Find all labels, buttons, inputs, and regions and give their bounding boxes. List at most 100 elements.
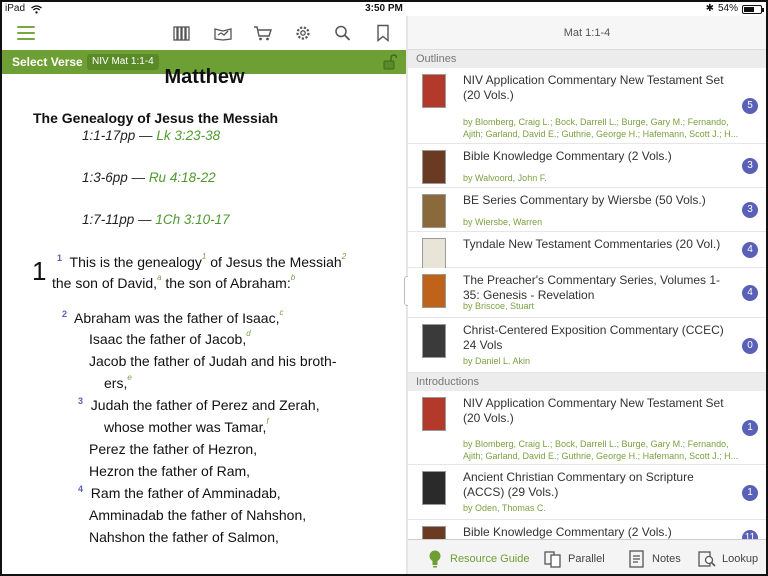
resource-title[interactable]: Ancient Christian Commentary on Scriptur… bbox=[463, 470, 733, 500]
cross-reference-separator: — bbox=[127, 170, 149, 185]
footnote-marker[interactable]: 1 bbox=[202, 252, 206, 261]
cross-reference: 1:3-6pp — Ru 4:18-22 bbox=[82, 170, 216, 185]
verse-text: whose mother was Tamar, bbox=[104, 419, 267, 435]
count-badge[interactable]: 3 bbox=[742, 158, 758, 174]
book-cover-thumbnail bbox=[422, 238, 446, 272]
resource-title[interactable]: The Preacher's Commentary Series, Volume… bbox=[463, 273, 733, 303]
cross-reference-link[interactable]: 1Ch 3:10-17 bbox=[155, 212, 229, 227]
bible-text: Matthew The Genealogy of Jesus the Messi… bbox=[2, 66, 407, 574]
bible-pane: Select Verse NIV Mat 1:1-4 Matthew The G… bbox=[2, 16, 407, 574]
resource-authors: by Walvoord, John F. bbox=[463, 173, 547, 183]
book-cover-thumbnail bbox=[422, 194, 446, 228]
resource-guide-pane: Mat 1:1-4 Outlines NIV Application Commen… bbox=[408, 16, 766, 574]
resource-item[interactable]: Bible Knowledge Commentary (2 Vols.) by W… bbox=[408, 144, 766, 188]
notes-icon bbox=[628, 549, 646, 569]
tab-label: Parallel bbox=[568, 552, 605, 565]
book-cover-thumbnail bbox=[422, 324, 446, 358]
verse-text: the son of David, bbox=[52, 275, 158, 291]
resource-item[interactable]: NIV Application Commentary New Testament… bbox=[408, 391, 766, 465]
verse-line: Jacob the father of Judah and his broth- bbox=[89, 353, 337, 369]
cross-reference: 1:1-17pp — Lk 3:23-38 bbox=[82, 128, 220, 143]
cross-reference-separator: — bbox=[135, 128, 157, 143]
cart-icon[interactable] bbox=[253, 24, 273, 42]
resource-item[interactable]: The Preacher's Commentary Series, Volume… bbox=[408, 268, 766, 318]
section-header-introductions: Introductions bbox=[408, 373, 766, 391]
hamburger-menu-icon[interactable] bbox=[17, 26, 35, 40]
resource-authors: by Oden, Thomas C. bbox=[463, 503, 546, 513]
verse-text: Perez the father of Hezron, bbox=[89, 441, 258, 457]
verse-text: of Jesus the Messiah bbox=[206, 254, 342, 270]
resource-authors: by Blomberg, Craig L.; Bock, Darrell L.;… bbox=[463, 117, 739, 139]
status-bar: iPad 3:50 PM ✱ 54% bbox=[2, 2, 766, 16]
count-badge[interactable]: 4 bbox=[742, 242, 758, 258]
verse-number[interactable]: 4 bbox=[78, 484, 83, 494]
verse-line: ers,e bbox=[104, 373, 132, 391]
footnote-marker[interactable]: 2 bbox=[342, 252, 346, 261]
verse-line: Nahshon the father of Salmon, bbox=[89, 529, 279, 545]
footnote-marker[interactable]: f bbox=[266, 417, 268, 426]
bookmark-icon[interactable] bbox=[373, 24, 393, 42]
verse-text: Ram the father of Amminadab, bbox=[90, 485, 281, 501]
section-header-outlines: Outlines bbox=[408, 50, 766, 68]
tab-resource-guide[interactable]: Resource Guide bbox=[426, 540, 530, 574]
book-cover-thumbnail bbox=[422, 274, 446, 308]
count-badge[interactable]: 0 bbox=[742, 338, 758, 354]
tab-notes[interactable]: Notes bbox=[628, 540, 681, 574]
count-badge[interactable]: 1 bbox=[742, 420, 758, 436]
verse-text: Abraham was the father of Isaac, bbox=[74, 310, 280, 326]
verse-line: Hezron the father of Ram, bbox=[89, 463, 250, 479]
resource-item[interactable]: BE Series Commentary by Wiersbe (50 Vols… bbox=[408, 188, 766, 232]
cross-reference-range: 1:3-6pp bbox=[82, 170, 128, 185]
resource-item[interactable]: Christ-Centered Exposition Commentary (C… bbox=[408, 318, 766, 373]
tab-label: Lookup bbox=[722, 552, 759, 565]
book-cover-thumbnail bbox=[422, 74, 446, 108]
resource-authors: by Blomberg, Craig L.; Bock, Darrell L.;… bbox=[463, 439, 739, 461]
search-icon[interactable] bbox=[333, 24, 353, 42]
footnote-marker[interactable]: a bbox=[157, 273, 161, 282]
book-cover-thumbnail bbox=[422, 397, 446, 431]
lightbulb-icon bbox=[426, 549, 444, 569]
resource-item[interactable]: Ancient Christian Commentary on Scriptur… bbox=[408, 465, 766, 520]
count-badge[interactable]: 5 bbox=[742, 98, 758, 114]
status-time: 3:50 PM bbox=[365, 3, 403, 14]
count-badge[interactable]: 3 bbox=[742, 202, 758, 218]
gear-icon[interactable] bbox=[293, 24, 313, 42]
resource-title[interactable]: NIV Application Commentary New Testament… bbox=[463, 73, 733, 103]
resource-title[interactable]: BE Series Commentary by Wiersbe (50 Vols… bbox=[463, 193, 733, 208]
cross-reference-link[interactable]: Lk 3:23-38 bbox=[156, 128, 220, 143]
footnote-marker[interactable]: d bbox=[246, 329, 250, 338]
resource-authors: by Daniel L. Akin bbox=[463, 356, 531, 366]
verse-line: 4 Ram the father of Amminadab, bbox=[78, 484, 281, 501]
resource-title[interactable]: Tyndale New Testament Commentaries (20 V… bbox=[463, 237, 733, 252]
book-cover-thumbnail bbox=[422, 150, 446, 184]
cross-reference-link[interactable]: Ru 4:18-22 bbox=[149, 170, 216, 185]
library-icon[interactable] bbox=[172, 24, 192, 42]
bluetooth-icon: ✱ bbox=[705, 3, 714, 14]
lookup-icon bbox=[698, 549, 716, 569]
battery-icon bbox=[742, 4, 764, 14]
verse-text: Jacob the father of Judah and his broth- bbox=[89, 353, 337, 369]
resource-title[interactable]: Christ-Centered Exposition Commentary (C… bbox=[463, 323, 733, 353]
resource-title[interactable]: Bible Knowledge Commentary (2 Vols.) bbox=[463, 525, 733, 540]
count-badge[interactable]: 4 bbox=[742, 285, 758, 301]
resource-title[interactable]: NIV Application Commentary New Testament… bbox=[463, 396, 733, 426]
tab-lookup[interactable]: Lookup bbox=[698, 540, 759, 574]
footnote-marker[interactable]: b bbox=[291, 273, 295, 282]
tab-label: Notes bbox=[652, 552, 681, 565]
count-badge[interactable]: 1 bbox=[742, 485, 758, 501]
cross-reference-range: 1:1-17pp bbox=[82, 128, 136, 143]
resource-item[interactable]: Tyndale New Testament Commentaries (20 V… bbox=[408, 232, 766, 272]
footnote-marker[interactable]: c bbox=[279, 308, 283, 317]
verse-number[interactable]: 2 bbox=[62, 309, 67, 319]
verse-number[interactable]: 3 bbox=[78, 396, 83, 406]
cross-reference: 1:7-11pp — 1Ch 3:10-17 bbox=[82, 212, 230, 227]
resource-item[interactable]: NIV Application Commentary New Testament… bbox=[408, 68, 766, 144]
verse-number[interactable]: 1 bbox=[57, 253, 62, 263]
reading-plans-icon[interactable] bbox=[213, 24, 233, 42]
resource-title[interactable]: Bible Knowledge Commentary (2 Vols.) bbox=[463, 149, 733, 164]
footnote-marker[interactable]: e bbox=[127, 373, 131, 382]
resource-authors: by Wiersbe, Warren bbox=[463, 217, 543, 227]
tab-parallel[interactable]: Parallel bbox=[544, 540, 605, 574]
verse-text: ers, bbox=[104, 375, 128, 391]
book-cover-thumbnail bbox=[422, 471, 446, 505]
